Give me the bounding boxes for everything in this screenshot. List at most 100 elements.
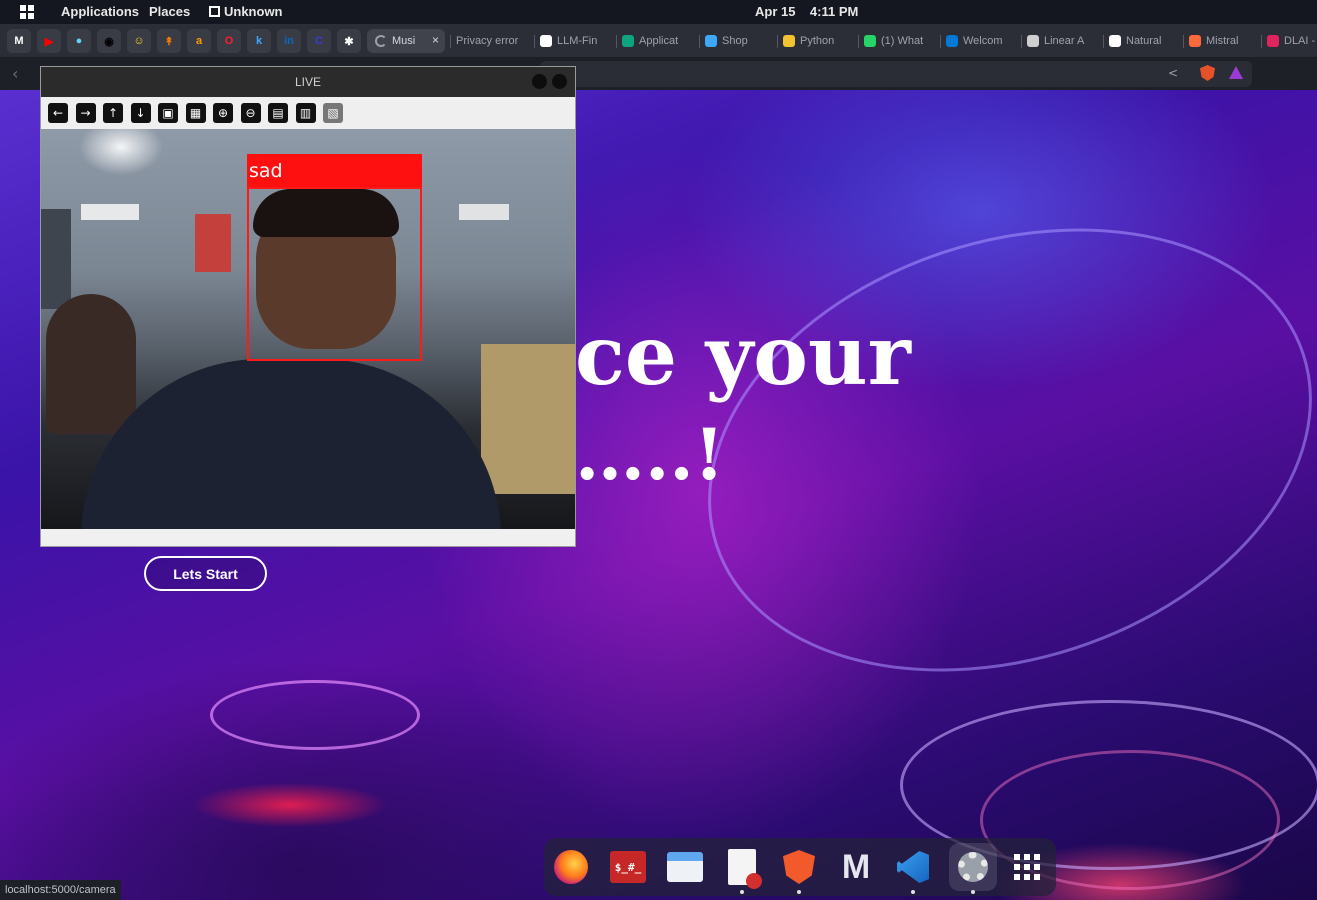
tab-favicon <box>864 35 876 47</box>
mailspring-icon[interactable]: M <box>837 848 875 886</box>
terminal-icon[interactable]: $_#_ <box>609 848 647 886</box>
back-icon[interactable]: ‹ <box>12 64 18 83</box>
desk <box>481 344 575 494</box>
close-window-button[interactable] <box>552 74 567 89</box>
tab-label: (1) What <box>881 35 924 47</box>
tab-label: Privacy error <box>456 35 519 47</box>
brave-icon[interactable] <box>780 848 818 894</box>
app-icon[interactable]: ☺ <box>127 29 151 53</box>
minimize-button[interactable] <box>532 74 547 89</box>
app-icon[interactable]: ● <box>67 29 91 53</box>
tab-mistral[interactable]: Mistral <box>1189 29 1249 53</box>
zoom-in-icon[interactable]: ⊕ <box>213 103 233 123</box>
tab-label: Python <box>800 35 835 47</box>
tab-separator <box>534 35 535 48</box>
gmail-icon-glyph: M <box>14 35 24 47</box>
status-url: localhost:5000/camera <box>0 880 121 900</box>
tab-label: Musi <box>392 35 416 47</box>
window-titlebar[interactable]: LIVE <box>41 67 575 97</box>
app-icon-glyph: ↟ <box>164 35 174 48</box>
clock-time: 4:11 PM <box>809 4 859 19</box>
dock: $_#_ M <box>544 838 1056 896</box>
clock-date: Apr 15 <box>755 4 796 19</box>
arrow-down-icon[interactable]: ↓ <box>130 103 151 123</box>
text-editor-icon[interactable] <box>723 848 762 894</box>
slack-icon[interactable]: ✱ <box>337 29 361 53</box>
firefox-icon[interactable] <box>552 848 590 886</box>
linkedin-icon[interactable]: in <box>277 29 301 53</box>
amazon-icon[interactable]: a <box>187 29 211 53</box>
tab-separator <box>1021 35 1022 48</box>
tab-favicon <box>1027 35 1039 47</box>
tab-label: Welcom <box>963 35 1003 47</box>
camera-feed: sad <box>41 129 575 529</box>
window-title-menu[interactable]: Unknown <box>209 4 283 20</box>
brave-rewards-icon[interactable] <box>1229 66 1243 79</box>
files-icon[interactable] <box>666 848 704 886</box>
arrow-up-icon[interactable]: ↑ <box>103 103 123 123</box>
tab-favicon <box>783 35 795 47</box>
image-icon[interactable]: ▣ <box>158 103 178 123</box>
decorative-swirl <box>650 154 1317 746</box>
hero-heading: ce your <box>575 308 911 404</box>
tab-label: DLAI - <box>1284 35 1316 47</box>
tab-favicon <box>1267 35 1279 47</box>
arrow-left-icon[interactable]: ← <box>48 103 68 123</box>
properties-icon[interactable]: ▧ <box>323 103 343 123</box>
tab-shop[interactable]: Shop <box>705 29 765 53</box>
gmail-icon[interactable]: M <box>7 29 31 53</box>
tab-dlai[interactable]: DLAI - <box>1267 29 1317 53</box>
tab-linear[interactable]: Linear A <box>1027 29 1089 53</box>
window-title-label: Unknown <box>224 4 283 19</box>
tab-natural[interactable]: Natural <box>1109 29 1167 53</box>
tab-music[interactable]: Musi × <box>367 29 445 53</box>
lets-start-button[interactable]: Lets Start <box>144 556 267 591</box>
running-indicator <box>740 890 744 894</box>
amazon-icon-glyph: a <box>195 35 203 47</box>
hero-subheading: …..! <box>575 413 725 496</box>
wall-ac-unit <box>459 204 509 220</box>
tab-applicat[interactable]: Applicat <box>622 29 684 53</box>
app-grid-icon[interactable] <box>1008 848 1046 886</box>
opera-icon[interactable]: O <box>217 29 241 53</box>
k-icon[interactable]: k <box>247 29 271 53</box>
tab-llm-fine[interactable]: LLM-Fin <box>540 29 602 53</box>
clipboard-icon[interactable]: ▥ <box>295 103 316 123</box>
share-icon[interactable]: < <box>1168 66 1182 80</box>
zoom-out-icon[interactable]: ⊖ <box>240 103 261 123</box>
tab-label: Shop <box>722 35 748 47</box>
arrow-right-icon[interactable]: → <box>75 103 96 123</box>
vscode-icon[interactable] <box>894 848 932 894</box>
tab-label: Applicat <box>639 35 679 47</box>
image-settings-icon[interactable]: ▦ <box>185 103 206 123</box>
tab-separator <box>1183 35 1184 48</box>
tab-favicon <box>1109 35 1121 47</box>
github-icon[interactable]: ◉ <box>97 29 121 53</box>
tab-privacy-error[interactable]: Privacy error <box>456 29 524 53</box>
address-bar[interactable] <box>540 61 1252 87</box>
tab-favicon <box>705 35 717 47</box>
linkedin-icon-glyph: in <box>284 35 294 47</box>
tab-separator <box>699 35 700 48</box>
app-icon[interactable]: ↟ <box>157 29 181 53</box>
tab-favicon <box>1189 35 1201 47</box>
applications-menu[interactable]: Applications <box>61 4 139 20</box>
person-left <box>46 294 136 434</box>
tab-python[interactable]: Python <box>783 29 843 53</box>
tab-separator <box>940 35 941 48</box>
c-icon[interactable]: C <box>307 29 331 53</box>
live-camera-window[interactable]: LIVE ← → ↑ ↓ ▣ ▦ ⊕ ⊖ ▤ ▥ ▧ sad <box>40 66 576 547</box>
clock[interactable]: Apr 15 4:11 PM <box>755 4 858 20</box>
app-icon-glyph: ● <box>75 35 83 47</box>
youtube-icon[interactable]: ▶ <box>37 29 61 53</box>
places-menu[interactable]: Places <box>149 4 190 20</box>
tab-welcome[interactable]: Welcom <box>946 29 1010 53</box>
tab-favicon <box>946 35 958 47</box>
tab-whatsapp[interactable]: (1) What <box>864 29 928 53</box>
save-icon[interactable]: ▤ <box>268 103 288 123</box>
tab-separator <box>616 35 617 48</box>
running-indicator <box>971 890 975 894</box>
close-tab-icon[interactable]: × <box>432 33 439 47</box>
settings-icon[interactable] <box>949 843 997 894</box>
activities-grid-icon[interactable] <box>20 5 34 19</box>
